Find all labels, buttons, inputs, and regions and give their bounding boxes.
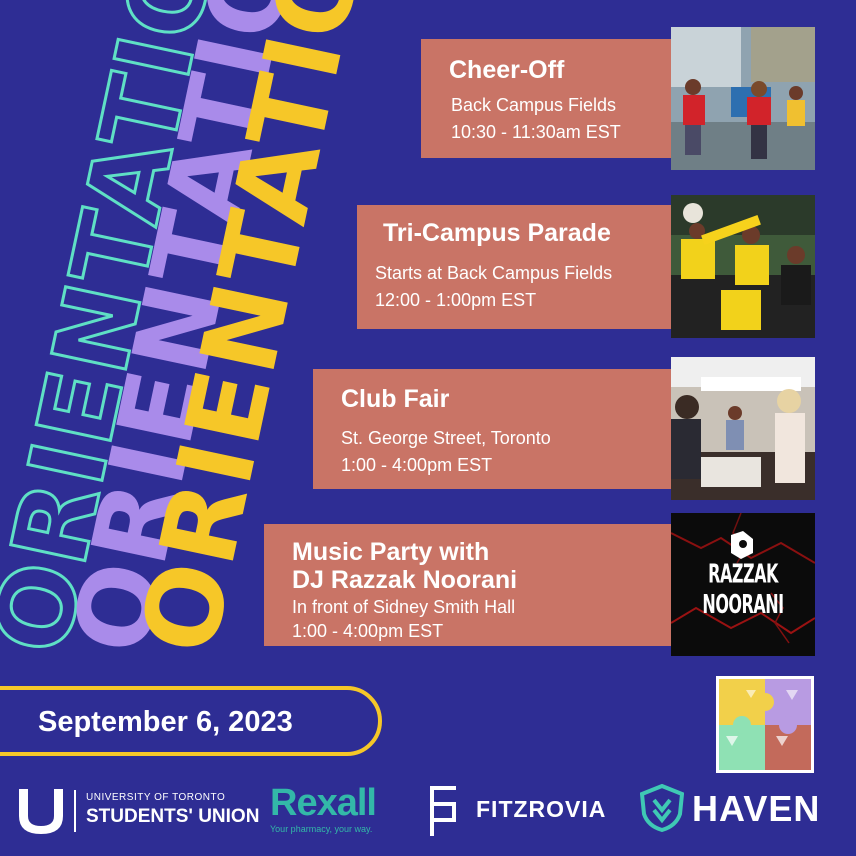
event-location: St. George Street, Toronto bbox=[341, 428, 551, 448]
rexall-tagline: Your pharmacy, your way. bbox=[270, 824, 373, 834]
event-title: Cheer-Off bbox=[449, 56, 565, 84]
utsu-line2: STUDENTS' UNION bbox=[86, 806, 260, 827]
haven-shield-icon bbox=[640, 784, 684, 832]
dj-logo-text: RAZZAK NOORANI bbox=[702, 558, 784, 620]
puzzle-logo bbox=[716, 676, 814, 773]
event-location: Back Campus Fields bbox=[451, 95, 617, 115]
fitzrovia-logo: FITZROVIA bbox=[428, 784, 628, 838]
event-title: Club Fair bbox=[341, 385, 450, 413]
haven-logo: HAVEN bbox=[640, 784, 836, 834]
utsu-u-icon bbox=[19, 789, 63, 834]
rexall-name: Rexall bbox=[270, 782, 377, 824]
utsu-line1: UNIVERSITY OF TORONTO bbox=[86, 792, 226, 803]
tri-campus-parade-photo bbox=[671, 195, 815, 338]
event-card-music-party: Music Party with DJ Razzak Noorani In fr… bbox=[264, 524, 677, 646]
event-card-club-fair: Club Fair St. George Street, Toronto 1:0… bbox=[313, 369, 677, 489]
club-fair-photo bbox=[671, 357, 815, 500]
rexall-logo: Rexall Your pharmacy, your way. bbox=[270, 782, 400, 838]
event-title: Tri-Campus Parade bbox=[383, 219, 611, 247]
event-time: 12:00 - 1:00pm EST bbox=[375, 290, 537, 310]
utsu-logo: UNIVERSITY OF TORONTO STUDENTS' UNION bbox=[16, 786, 259, 836]
event-card-tri-campus-parade: Tri-Campus Parade Starts at Back Campus … bbox=[357, 205, 677, 329]
fitzrovia-name: FITZROVIA bbox=[476, 796, 607, 822]
haven-name: HAVEN bbox=[692, 788, 821, 829]
event-time: 1:00 - 4:00pm EST bbox=[292, 621, 444, 641]
cheer-off-photo bbox=[671, 27, 815, 170]
event-location: Starts at Back Campus Fields bbox=[375, 263, 613, 283]
event-title-line1: Music Party with bbox=[292, 538, 490, 566]
event-time: 1:00 - 4:00pm EST bbox=[341, 455, 493, 475]
event-time: 10:30 - 11:30am EST bbox=[451, 122, 621, 142]
event-date: September 6, 2023 bbox=[38, 706, 293, 738]
fitzrovia-mark-icon bbox=[430, 786, 456, 836]
event-card-cheer-off: Cheer-Off Back Campus Fields 10:30 - 11:… bbox=[421, 39, 681, 158]
dj-logo-image: RAZZAK NOORANI bbox=[671, 513, 815, 656]
event-title-line2: DJ Razzak Noorani bbox=[292, 566, 518, 594]
event-location: In front of Sidney Smith Hall bbox=[292, 597, 516, 617]
